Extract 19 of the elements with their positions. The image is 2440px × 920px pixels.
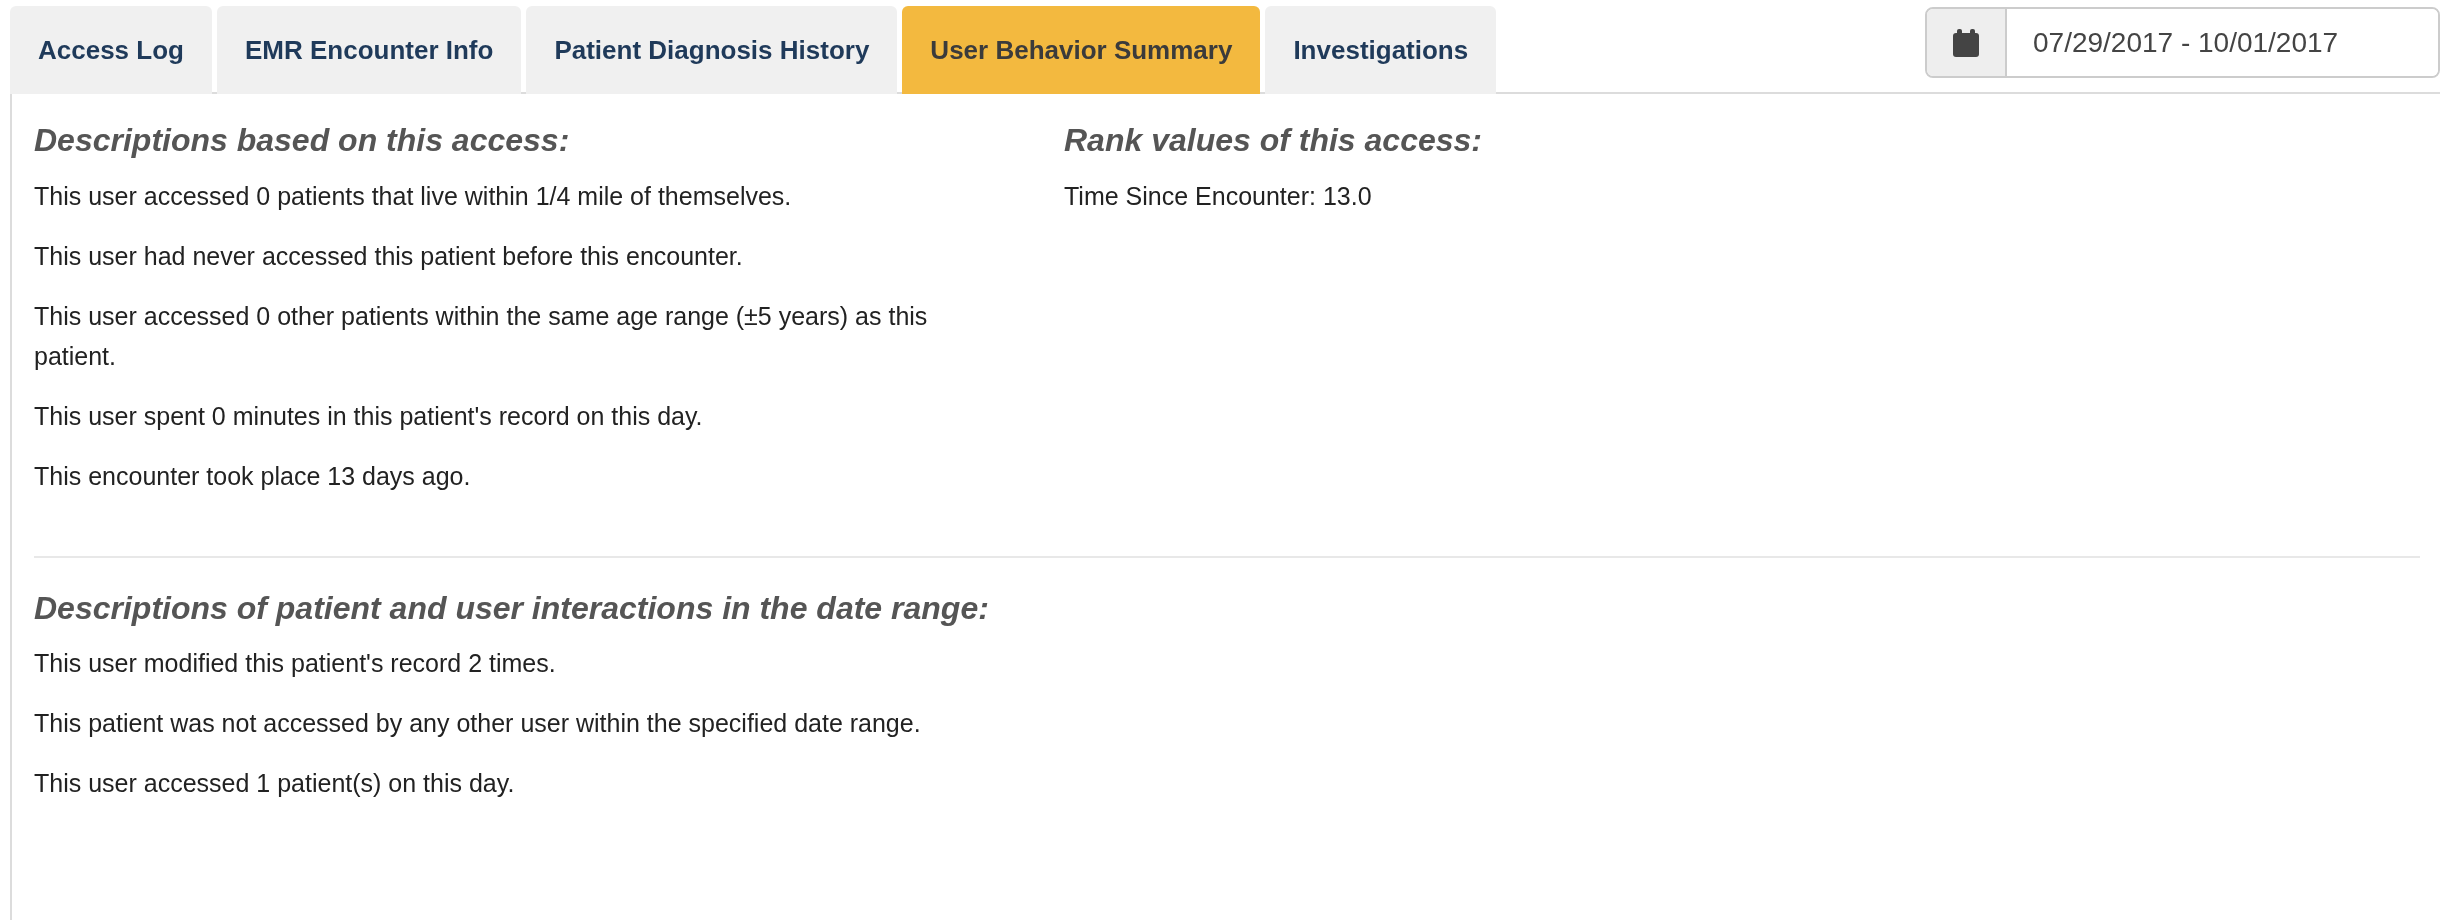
section-heading: Descriptions of patient and user interactions in the date range: (34, 588, 990, 628)
description-text: This user had never accessed this patient before this encounter. (34, 240, 744, 272)
date-range-field[interactable]: 07/29/2017 - 10/01/2017 (1925, 7, 2440, 78)
description-text: This user accessed 0 other patients within the same age range (±5 years) as this patient. (34, 300, 929, 372)
description-text: This user spent 0 minutes in this patient's record on this day. (34, 400, 704, 432)
tab[interactable]: Investigations (1265, 6, 1497, 94)
description-text: This encounter took place 13 days ago. (34, 460, 472, 492)
description-text: This user accessed 0 patients that live within 1/4 mile of themselves. (34, 180, 793, 212)
section-heading: Descriptions based on this access: (34, 121, 571, 160)
calendar-icon (1953, 28, 1979, 57)
tab[interactable]: User Behavior Summary (902, 6, 1261, 94)
description-text: This patient was not accessed by any other user within the specified date range. (34, 708, 922, 740)
tab[interactable]: Patient Diagnosis History (526, 6, 898, 94)
section-heading: Rank values of this access: (1064, 121, 1482, 160)
rank-value-text: Time Since Encounter: 13.0 (1064, 180, 1373, 212)
tab[interactable]: Access Log (10, 6, 212, 94)
description-text: This user modified this patient's record 2 times. (34, 648, 557, 680)
tab[interactable]: EMR Encounter Info (216, 6, 522, 94)
description-text: This user accessed 1 patient(s) on this day. (34, 768, 516, 800)
